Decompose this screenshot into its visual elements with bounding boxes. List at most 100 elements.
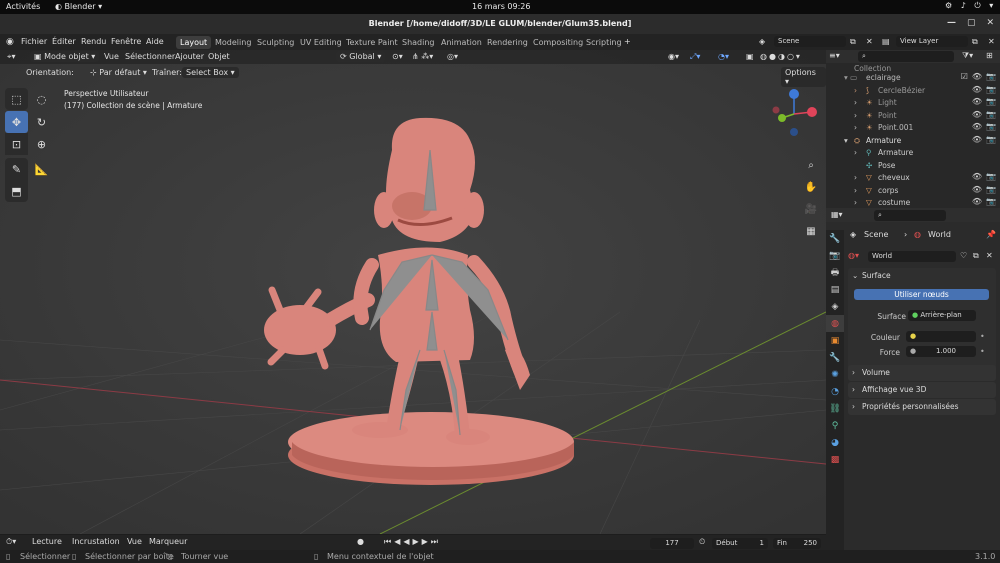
timeline-menu-playback[interactable]: Lecture	[32, 537, 62, 546]
eye-icon[interactable]: 👁	[972, 197, 982, 206]
tab-animation[interactable]: Animation	[437, 36, 486, 49]
minimize-icon[interactable]: —	[947, 18, 956, 28]
outliner-row[interactable]: › ☀ Point 👁 📷	[826, 110, 1000, 123]
blender-logo-icon[interactable]: ◉	[6, 37, 14, 47]
timeline-menu-view[interactable]: Vue	[127, 537, 142, 546]
menu-window[interactable]: Fenêtre	[111, 37, 141, 46]
viewport-display-panel[interactable]: › Affichage vue 3D	[848, 382, 996, 398]
select-circle-tool-icon[interactable]: ◌	[30, 88, 53, 110]
material-tab-icon[interactable]: ◕	[826, 434, 844, 451]
scene-delete-icon[interactable]: ✕	[866, 37, 873, 46]
outliner-row[interactable]: › ⚲ Armature	[826, 147, 1000, 160]
use-nodes-button[interactable]: Utiliser nœuds	[854, 289, 989, 300]
volume-panel[interactable]: › Volume	[848, 365, 996, 381]
ortho-toggle-icon[interactable]: ▦	[802, 222, 820, 240]
properties-editor-icon[interactable]: ▦▾	[831, 210, 843, 219]
camera-icon[interactable]: 📷	[986, 122, 996, 131]
view-layer-copy-icon[interactable]: ⧉	[972, 37, 978, 47]
scene-copy-icon[interactable]: ⧉	[850, 37, 856, 47]
orientation-dropdown[interactable]: ⊹ Par défaut ▾	[90, 68, 147, 77]
scale-tool-icon[interactable]: ⊡	[5, 133, 28, 155]
viewport-menu-select[interactable]: Sélectionner	[125, 52, 175, 61]
viewport-canvas[interactable]	[0, 50, 826, 534]
particles-tab-icon[interactable]: ✺	[826, 366, 844, 383]
camera-icon[interactable]: 📷	[986, 135, 996, 144]
eye-icon[interactable]: 👁	[972, 85, 982, 94]
maximize-icon[interactable]: ▢	[967, 18, 976, 28]
camera-icon[interactable]: 📷	[986, 72, 996, 81]
camera-icon[interactable]: 📷	[986, 197, 996, 206]
duplicate-icon[interactable]: ⧉	[973, 251, 979, 261]
outliner-row[interactable]: › ☀ Light 👁 📷	[826, 97, 1000, 110]
fake-user-icon[interactable]: ♡	[960, 251, 967, 260]
view-layer-selector[interactable]: View Layer	[896, 36, 968, 47]
gizmo-toggle-icon[interactable]: ⤢▾	[690, 52, 700, 62]
outliner-search-input[interactable]: ⌕	[858, 51, 954, 62]
object-tab-icon[interactable]: ▣	[826, 332, 844, 349]
viewport-menu-view[interactable]: Vue	[104, 52, 119, 61]
texture-tab-icon[interactable]: ▩	[826, 451, 844, 468]
surface-panel-title[interactable]: Surface	[862, 271, 891, 280]
surface-shader-field[interactable]: ● Arrière-plan	[908, 310, 976, 321]
breadcrumb-scene[interactable]: Scene	[864, 230, 888, 239]
strength-field[interactable]: ● 1.000	[906, 346, 976, 357]
tab-layout[interactable]: Layout	[176, 36, 212, 49]
outliner-row[interactable]: › ⟆ CercleBézier 👁 📷	[826, 85, 1000, 98]
camera-icon[interactable]: 📷	[986, 110, 996, 119]
camera-icon[interactable]: 📷	[986, 172, 996, 181]
tool-tab-icon[interactable]: 🔧	[826, 230, 844, 247]
editor-type-icon[interactable]: ⌖▾	[7, 52, 16, 62]
tab-scripting[interactable]: Scripting	[582, 36, 626, 49]
breadcrumb-world[interactable]: World	[928, 230, 951, 239]
camera-view-icon[interactable]: 🎥	[802, 200, 820, 218]
overlay-toggle-icon[interactable]: ◔▾	[718, 52, 729, 61]
activities-button[interactable]: Activités	[6, 2, 40, 11]
camera-icon[interactable]: 📷	[986, 185, 996, 194]
modifier-tab-icon[interactable]: 🔧	[826, 349, 844, 366]
filter-icon[interactable]: ⧩▾	[962, 51, 973, 61]
chevron-down-icon[interactable]: ⌄	[852, 271, 858, 280]
outliner-row[interactable]: › ☀ Point.001 👁 📷	[826, 122, 1000, 135]
scene-tab-icon[interactable]: ◈	[826, 298, 844, 315]
tab-compositing[interactable]: Compositing	[529, 36, 587, 49]
app-menu[interactable]: ◐ Blender ▾	[55, 2, 102, 11]
animate-color-icon[interactable]: •	[980, 332, 985, 341]
end-frame-field[interactable]: Fin 250	[773, 538, 821, 549]
tab-sculpting[interactable]: Sculpting	[253, 36, 298, 49]
pivot-icon[interactable]: ⊙▾	[392, 52, 403, 61]
menu-edit[interactable]: Éditer	[52, 37, 76, 46]
timeline-editor-icon[interactable]: ⏱▾	[6, 537, 16, 547]
add-cube-tool-icon[interactable]: ⬒	[5, 180, 28, 202]
checkbox-icon[interactable]: ☑	[961, 72, 968, 81]
shading-modes-icon[interactable]: ◍●◑○▾	[760, 52, 802, 61]
world-browse-icon[interactable]: ◍▾	[848, 251, 859, 260]
move-tool-icon[interactable]: ✥	[5, 111, 28, 133]
visibility-icon[interactable]: ◉▾	[668, 52, 679, 61]
outliner-row[interactable]: › ▽ cheveux 👁 📷	[826, 172, 1000, 185]
close-icon[interactable]: ✕	[986, 18, 994, 28]
eye-icon[interactable]: 👁	[972, 172, 982, 181]
output-tab-icon[interactable]: 🖶	[826, 264, 844, 281]
unlink-icon[interactable]: ✕	[986, 251, 993, 260]
menu-file[interactable]: Fichier	[21, 37, 47, 46]
transform-tool-icon[interactable]: ⊕	[30, 133, 53, 155]
color-field[interactable]: ●	[906, 331, 976, 342]
camera-icon[interactable]: 📷	[986, 97, 996, 106]
start-frame-field[interactable]: Début 1	[712, 538, 768, 549]
render-tab-icon[interactable]: 📷	[826, 247, 844, 264]
snap-icon[interactable]: ⋔ ⁂▾	[412, 52, 433, 61]
custom-properties-panel[interactable]: › Propriétés personnalisées	[848, 399, 996, 415]
outliner-row[interactable]: › ▽ corps 👁 📷	[826, 185, 1000, 198]
properties-search-input[interactable]: ⌕	[874, 210, 946, 221]
eye-icon[interactable]: 👁	[972, 122, 982, 131]
eye-icon[interactable]: 👁	[972, 110, 982, 119]
eye-icon[interactable]: 👁	[972, 185, 982, 194]
mode-selector[interactable]: ▣ Mode objet ▾	[30, 51, 100, 62]
preview-range-icon[interactable]: ⏲	[699, 537, 705, 547]
measure-tool-icon[interactable]: 📐	[30, 158, 53, 180]
timeline-menu-marker[interactable]: Marqueur	[149, 537, 187, 546]
eye-icon[interactable]: 👁	[972, 72, 982, 81]
world-tab-icon[interactable]: ◍	[826, 315, 844, 332]
view-layer-delete-icon[interactable]: ✕	[988, 37, 995, 46]
properties-editor[interactable]: ▦▾ ⌕ 🔧 📷 🖶 ▤ ◈ ◍ ▣ 🔧 ✺ ◔ ⛓ ⚲ ◕ ▩ ◈ Scene…	[826, 208, 1000, 550]
